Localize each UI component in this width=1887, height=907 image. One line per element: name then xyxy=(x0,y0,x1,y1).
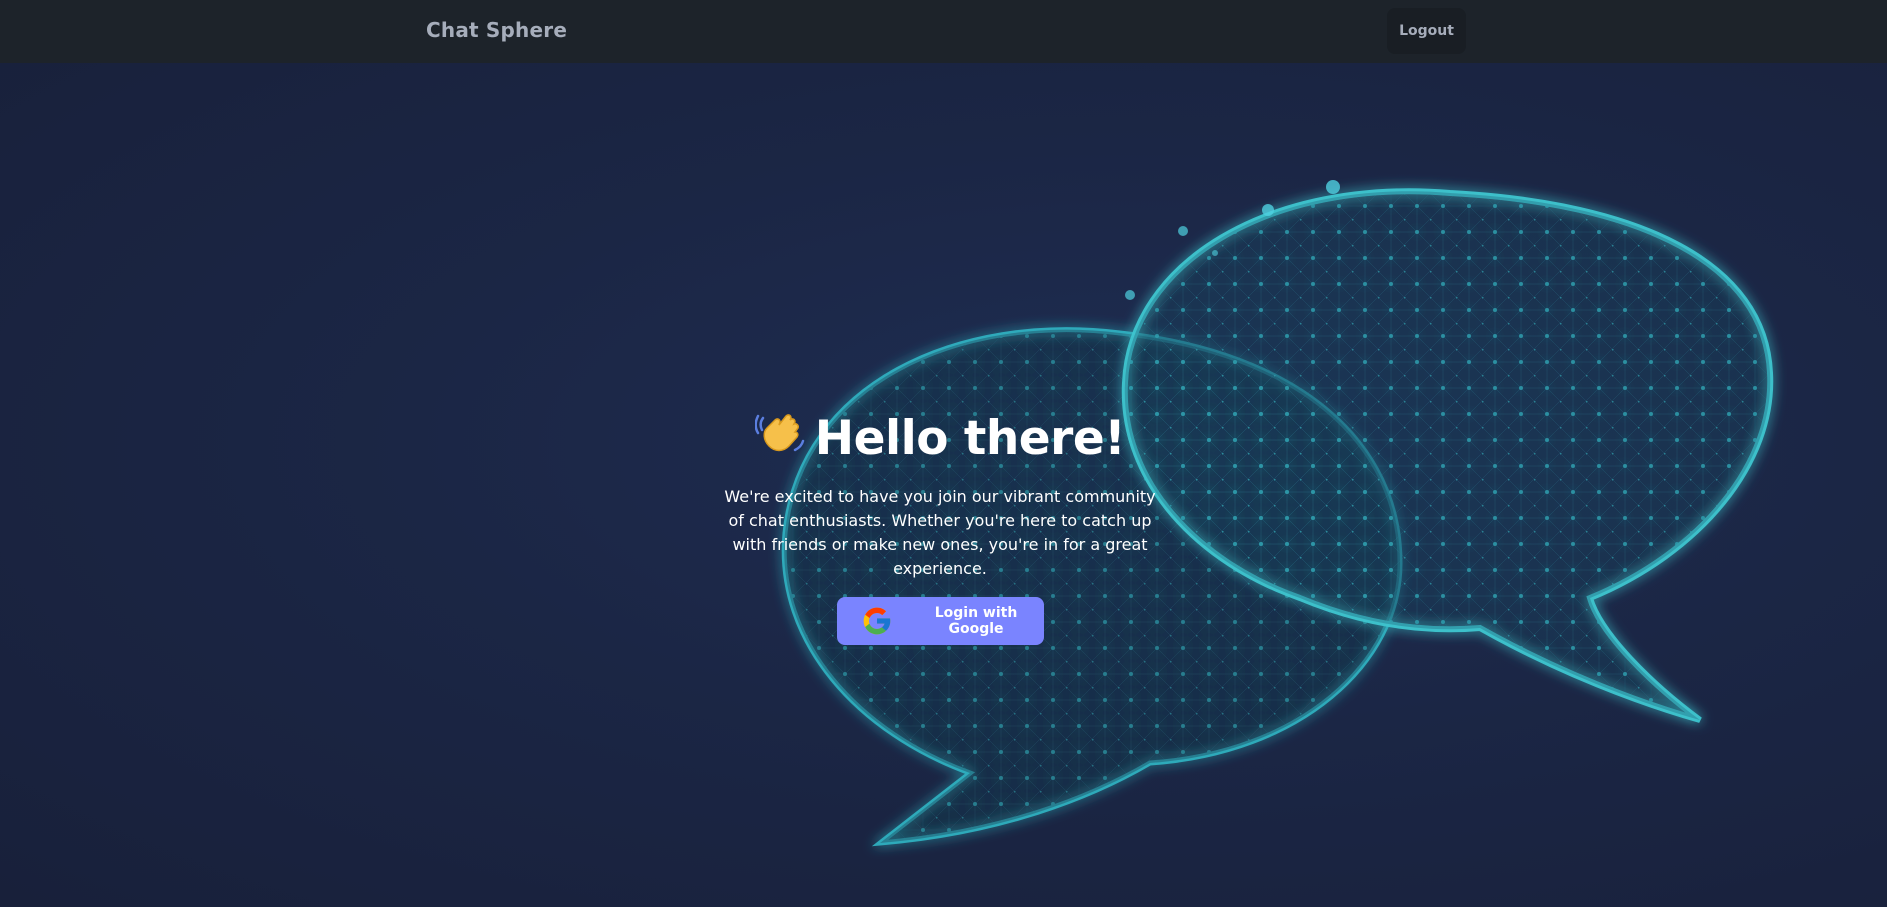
hero-content: Hello there! We're excited to have you j… xyxy=(700,406,1180,646)
brand-logo-text[interactable]: Chat Sphere xyxy=(426,18,567,42)
login-with-google-label: Login with Google xyxy=(934,605,1018,638)
login-with-google-button[interactable]: Login with Google xyxy=(836,597,1044,646)
hero-section: Hello there! We're excited to have you j… xyxy=(0,63,1887,907)
hero-description: We're excited to have you join our vibra… xyxy=(724,487,1156,579)
hero-title-text: Hello there! xyxy=(814,411,1126,466)
google-logo-icon xyxy=(861,605,893,637)
waving-hand-icon xyxy=(754,406,807,471)
hero-heading: Hello there! xyxy=(700,406,1180,471)
logout-button[interactable]: Logout xyxy=(1387,8,1466,54)
navbar: Chat Sphere Logout xyxy=(0,0,1887,63)
